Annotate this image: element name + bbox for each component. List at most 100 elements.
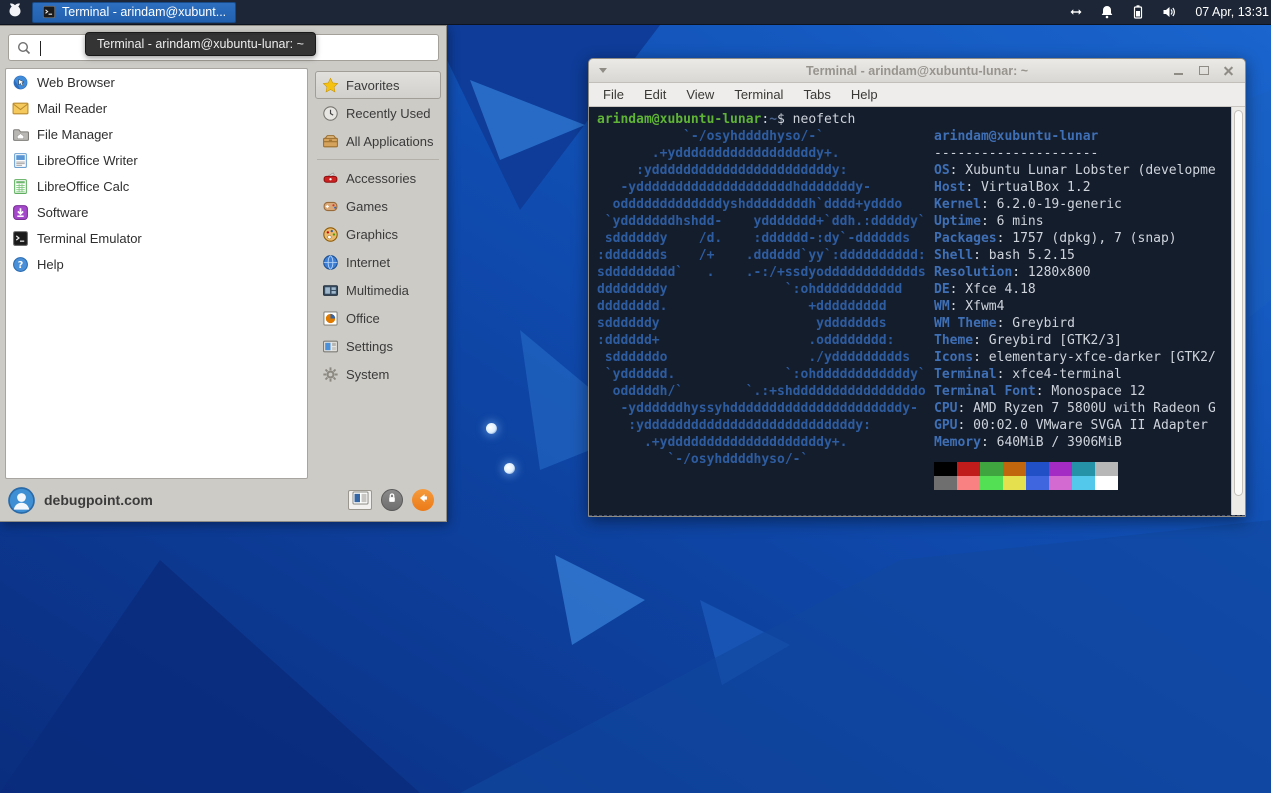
terminal-icon: [12, 230, 29, 247]
menu-app-libreoffice-calc[interactable]: LibreOffice Calc: [6, 173, 307, 199]
menu-app-file-manager[interactable]: File Manager: [6, 121, 307, 147]
svg-text:?: ?: [18, 260, 24, 271]
username: debugpoint.com: [44, 492, 153, 508]
category-label: Recently Used: [346, 106, 431, 121]
window-title: Terminal - arindam@xubuntu-lunar: ~: [589, 64, 1245, 78]
menu-app-terminal-emulator[interactable]: Terminal Emulator: [6, 225, 307, 251]
app-label: Help: [37, 257, 64, 272]
panels-icon: [352, 491, 369, 510]
scrollbar-thumb[interactable]: [1234, 110, 1243, 496]
menu-app-software[interactable]: Software: [6, 199, 307, 225]
color-swatch: [934, 462, 957, 476]
maximize-button[interactable]: [1198, 65, 1209, 76]
neofetch-info: arindam@xubuntu-lunar-------------------…: [934, 128, 1226, 490]
close-button[interactable]: [1223, 65, 1234, 76]
color-swatch: [1095, 462, 1118, 476]
menu-category-internet[interactable]: Internet: [315, 248, 441, 276]
menu-app-libreoffice-writer[interactable]: LibreOffice Writer: [6, 147, 307, 173]
terminal-icon: [42, 5, 56, 19]
multimedia-icon: [322, 282, 339, 299]
menubar-item-tabs[interactable]: Tabs: [793, 85, 840, 104]
audio-volume-icon[interactable]: [1161, 4, 1177, 20]
terminal-scrollbar[interactable]: [1231, 107, 1245, 515]
favorites-icon: [322, 77, 339, 94]
category-label: All Applications: [346, 134, 433, 149]
clock[interactable]: 07 Apr, 13:31: [1195, 5, 1269, 19]
prompt-command: $ neofetch: [777, 112, 855, 127]
wallpaper-dot: [486, 423, 497, 434]
menu-category-recently-used[interactable]: Recently Used: [315, 99, 441, 127]
network-icon[interactable]: [1068, 4, 1084, 20]
neofetch-info-line: Resolution: 1280x800: [934, 264, 1226, 281]
app-label: LibreOffice Calc: [37, 179, 129, 194]
menu-category-office[interactable]: Office: [315, 304, 441, 332]
office-icon: [322, 310, 339, 327]
notifications-bell-icon[interactable]: [1099, 4, 1115, 20]
menu-category-games[interactable]: Games: [315, 192, 441, 220]
menu-category-graphics[interactable]: Graphics: [315, 220, 441, 248]
menu-category-settings[interactable]: Settings: [315, 332, 441, 360]
neofetch-info-line: Terminal: xfce4-terminal: [934, 366, 1226, 383]
color-swatch: [980, 462, 1003, 476]
settings-editor-button[interactable]: [348, 490, 372, 510]
color-swatch: [1026, 476, 1049, 490]
neofetch-info-line: DE: Xfce 4.18: [934, 281, 1226, 298]
color-swatch: [957, 462, 980, 476]
lock-screen-button[interactable]: [381, 489, 403, 511]
category-list: Favorites Recently Used All Applications Ac…: [315, 71, 441, 388]
color-swatch: [1049, 462, 1072, 476]
battery-icon[interactable]: [1130, 4, 1146, 20]
neofetch-underline: ---------------------: [934, 145, 1226, 162]
menu-app-help[interactable]: ? Help: [6, 251, 307, 277]
color-swatch: [957, 476, 980, 490]
neofetch-info-line: Kernel: 6.2.0-19-generic: [934, 196, 1226, 213]
menubar-item-file[interactable]: File: [593, 85, 634, 104]
menu-app-web-browser[interactable]: Web Browser: [6, 69, 307, 95]
menu-category-accessories[interactable]: Accessories: [315, 164, 441, 192]
menubar-item-edit[interactable]: Edit: [634, 85, 676, 104]
minimize-button[interactable]: [1173, 65, 1184, 76]
category-label: Favorites: [346, 78, 399, 93]
search-icon: [16, 40, 32, 56]
menubar-item-help[interactable]: Help: [841, 85, 888, 104]
menu-category-system[interactable]: System: [315, 360, 441, 388]
games-icon: [322, 198, 339, 215]
menu-app-mail-reader[interactable]: Mail Reader: [6, 95, 307, 121]
prompt-user-host: arindam@xubuntu-lunar: [597, 112, 761, 127]
color-swatch: [1095, 476, 1118, 490]
whisker-menu: Terminal - arindam@xubuntu-lunar: ~ Web …: [0, 25, 447, 522]
taskbar-window-button[interactable]: Terminal - arindam@xubunt...: [32, 2, 236, 23]
neofetch-info-line: Icons: elementary-xfce-darker [GTK2/: [934, 349, 1226, 366]
app-label: LibreOffice Writer: [37, 153, 138, 168]
web-browser-icon: [12, 74, 29, 91]
menu-category-multimedia[interactable]: Multimedia: [315, 276, 441, 304]
neofetch-ascii-logo: `-/osyhddddhyso/-` .+ydddddddddddddddddd…: [597, 128, 926, 468]
menu-category-favorites[interactable]: Favorites: [315, 71, 441, 99]
app-label: Mail Reader: [37, 101, 107, 116]
shell-prompt: arindam@xubuntu-lunar:~$ neofetch: [597, 111, 855, 128]
neofetch-info-line: Uptime: 6 mins: [934, 213, 1226, 230]
neofetch-info-line: Terminal Font: Monospace 12: [934, 383, 1226, 400]
software-icon: [12, 204, 29, 221]
settings-icon: [322, 338, 339, 355]
color-swatch: [1003, 462, 1026, 476]
menubar-item-view[interactable]: View: [676, 85, 724, 104]
log-out-button[interactable]: [412, 489, 434, 511]
lo-writer-icon: [12, 152, 29, 169]
app-label: File Manager: [37, 127, 113, 142]
file-manager-icon: [12, 126, 29, 143]
graphics-icon: [322, 226, 339, 243]
top-panel: Terminal - arindam@xubunt... 07 Apr, 13:…: [0, 0, 1271, 25]
menubar-item-terminal[interactable]: Terminal: [724, 85, 793, 104]
system-icon: [322, 366, 339, 383]
applications-menu-button[interactable]: [0, 0, 30, 25]
internet-icon: [322, 254, 339, 271]
lock-icon: [385, 491, 399, 510]
window-titlebar[interactable]: Terminal - arindam@xubuntu-lunar: ~: [589, 59, 1245, 83]
color-swatch: [1003, 476, 1026, 490]
menu-category-all-applications[interactable]: All Applications: [315, 127, 441, 155]
neofetch-info-line: Host: VirtualBox 1.2: [934, 179, 1226, 196]
lo-calc-icon: [12, 178, 29, 195]
neofetch-info-line: WM: Xfwm4: [934, 298, 1226, 315]
category-label: Multimedia: [346, 283, 409, 298]
